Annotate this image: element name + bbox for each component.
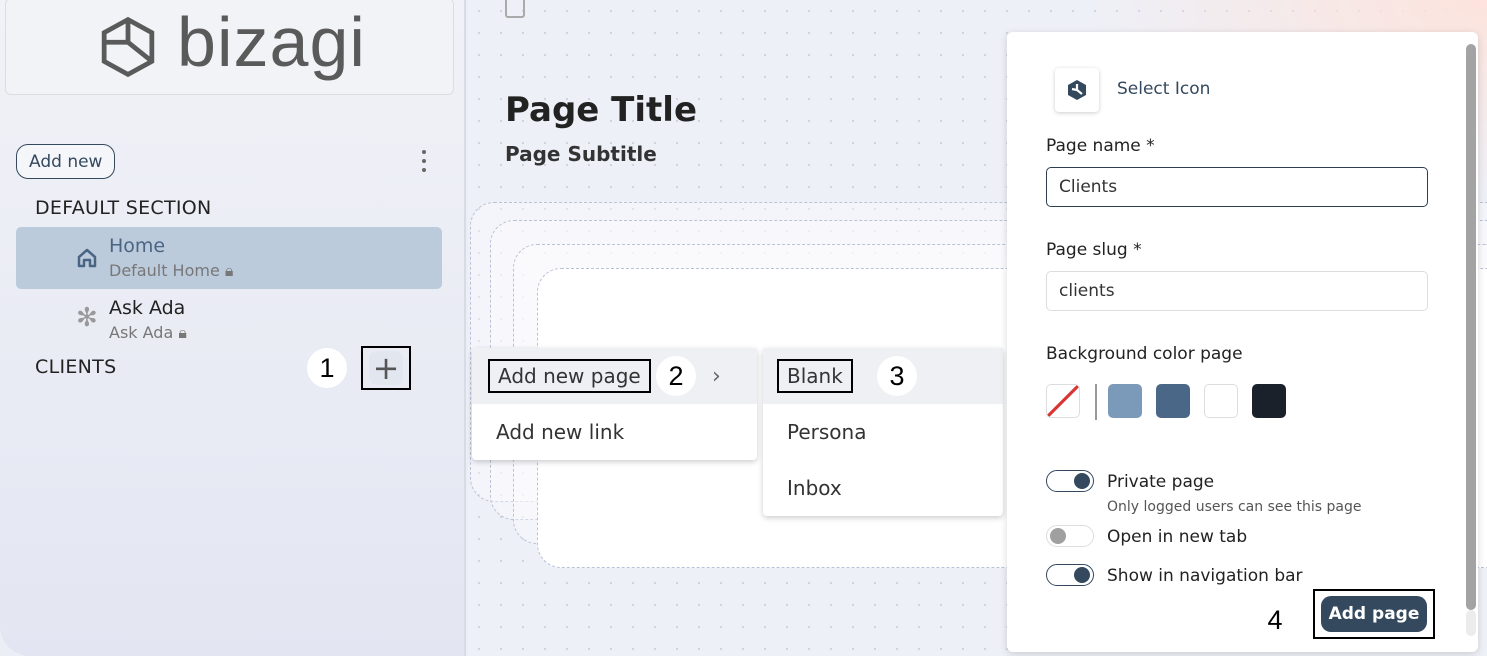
swatch-light-blue[interactable]: [1108, 384, 1142, 418]
swatch-blue[interactable]: [1156, 384, 1190, 418]
annotation-1: 1: [307, 348, 347, 388]
page-title: Page Title: [505, 90, 697, 130]
swatch-none[interactable]: [1046, 384, 1080, 418]
bizagi-logo-icon: [101, 16, 155, 77]
open-new-tab-label: Open in new tab: [1107, 527, 1248, 547]
page-name-label: Page name *: [1046, 136, 1155, 156]
lock-icon: 🔒︎: [178, 323, 187, 342]
annotation-2: 2: [656, 356, 696, 396]
submenu-item-persona[interactable]: Persona: [763, 404, 1003, 460]
add-page-button[interactable]: Add page: [1321, 596, 1427, 632]
select-icon-label[interactable]: Select Icon: [1117, 79, 1210, 99]
sidebar: bizagi Add new DEFAULT SECTION Home Defa…: [0, 0, 466, 656]
swatch-white[interactable]: [1204, 384, 1238, 418]
private-page-label: Private page: [1107, 472, 1215, 492]
item-title: Ask Ada: [109, 297, 186, 319]
lock-icon: 🔒︎: [224, 261, 234, 280]
add-new-button[interactable]: Add new: [16, 144, 116, 179]
sidebar-item-ask-ada[interactable]: ✻ Ask Ada Ask Ada 🔒︎: [16, 289, 442, 351]
asterisk-icon: ✻: [76, 303, 98, 333]
template-submenu: Blank 3 Persona Inbox: [763, 348, 1003, 516]
private-page-hint: Only logged users can see this page: [1107, 499, 1362, 515]
menu-item-add-new-link[interactable]: Add new link: [472, 404, 757, 460]
chevron-right-icon: ›: [712, 363, 721, 389]
item-title: Home: [109, 235, 166, 257]
item-subtitle: Ask Ada 🔒︎: [109, 323, 187, 342]
divider: [1095, 384, 1097, 420]
page-slug-input[interactable]: [1046, 271, 1428, 311]
item-subtitle: Default Home 🔒︎: [109, 261, 234, 280]
annotation-4: 4: [1255, 600, 1295, 640]
page-slug-label: Page slug *: [1046, 240, 1142, 260]
scrollbar-thumb[interactable]: [1466, 44, 1476, 610]
section-default: DEFAULT SECTION: [35, 197, 212, 219]
select-icon-button[interactable]: [1055, 68, 1099, 112]
sidebar-item-home[interactable]: Home Default Home 🔒︎: [16, 227, 442, 289]
bg-color-label: Background color page: [1046, 344, 1243, 364]
swatch-black[interactable]: [1252, 384, 1286, 418]
submenu-item-blank[interactable]: Blank 3: [763, 348, 1003, 404]
logo: bizagi: [5, 0, 454, 95]
add-page-to-section-button[interactable]: +: [361, 346, 411, 390]
bizagi-hex-icon: [1068, 80, 1086, 100]
annotation-3: 3: [877, 356, 917, 396]
menu-item-add-new-page[interactable]: Add new page 2 ›: [472, 348, 757, 404]
show-nav-bar-toggle[interactable]: [1046, 564, 1094, 586]
plus-icon: +: [369, 351, 403, 385]
page-subtitle: Page Subtitle: [505, 142, 657, 166]
page-settings-panel: Select Icon Page name * Page slug * Back…: [1007, 32, 1478, 652]
home-icon: [77, 248, 97, 268]
logo-text: bizagi: [177, 2, 366, 81]
page-name-input[interactable]: [1046, 167, 1428, 207]
scrollbar-track[interactable]: [1466, 610, 1476, 636]
section-clients: CLIENTS: [35, 356, 117, 378]
add-page-highlight: Add page: [1313, 589, 1435, 639]
private-page-toggle[interactable]: [1046, 470, 1094, 492]
add-menu: Add new page 2 › Add new link: [472, 348, 757, 460]
more-options-icon[interactable]: [418, 150, 430, 172]
show-nav-bar-label: Show in navigation bar: [1107, 566, 1303, 586]
open-new-tab-toggle[interactable]: [1046, 525, 1094, 547]
collapse-sidebar-icon[interactable]: [505, 0, 525, 18]
submenu-item-inbox[interactable]: Inbox: [763, 460, 1003, 516]
